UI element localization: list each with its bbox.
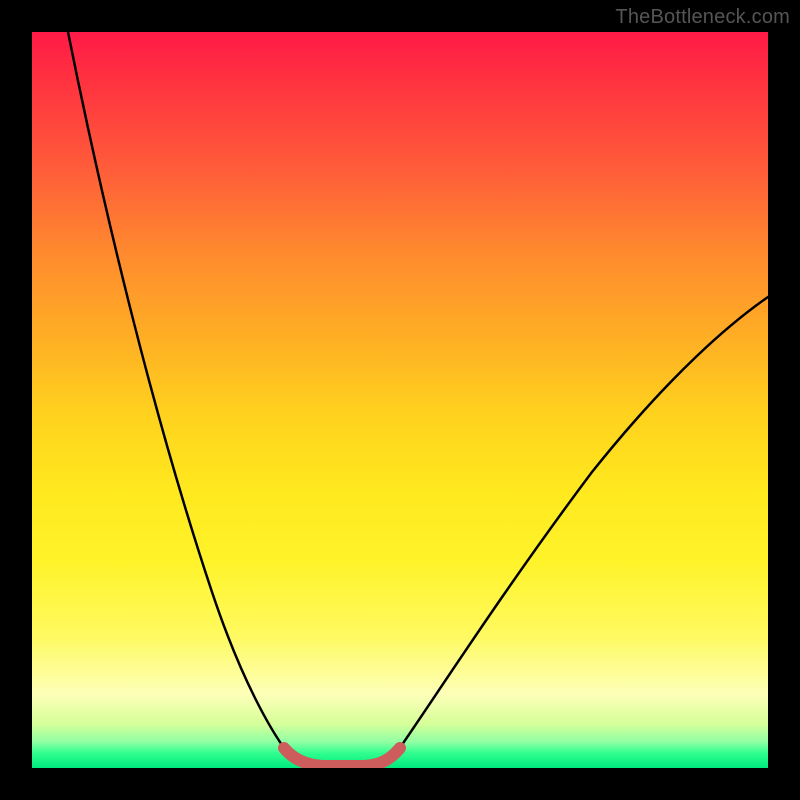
- curve-valley-accent: [284, 748, 400, 766]
- bottleneck-curve: [32, 32, 768, 768]
- curve-left-branch: [68, 32, 287, 752]
- valley-dot: [289, 753, 299, 763]
- chart-frame: TheBottleneck.com: [0, 0, 800, 800]
- plot-area: [32, 32, 768, 768]
- valley-dot: [383, 753, 393, 763]
- valley-dot: [395, 743, 405, 753]
- valley-dot: [279, 743, 289, 753]
- watermark-label: TheBottleneck.com: [615, 6, 790, 29]
- curve-right-branch: [397, 297, 768, 752]
